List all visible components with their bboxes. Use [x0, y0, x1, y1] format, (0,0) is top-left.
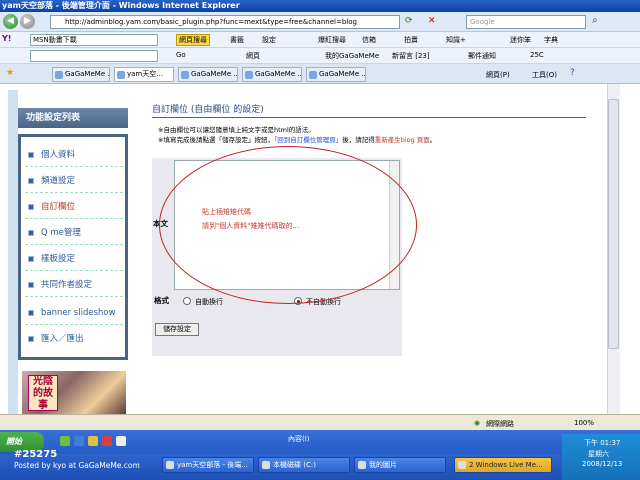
toolbar-item-mail[interactable]: 信箱 [362, 35, 376, 45]
task-my-pictures[interactable]: 我的圖片 [354, 457, 446, 473]
note-save: ※填寫完成後請點選「儲存設定」按鈕，「回到自訂欄位管理頁」後，請記得重新產生bl… [158, 136, 437, 144]
toolbar2-web-link[interactable]: 網頁 [246, 51, 260, 61]
weather-readout: 25C [530, 51, 544, 59]
bullet-icon [28, 204, 34, 210]
forward-button[interactable]: ▶ [20, 14, 35, 29]
toolbar-item-auction[interactable]: 拍賣 [404, 35, 418, 45]
zoom-level[interactable]: 100% [574, 419, 594, 427]
sidebar-item-profile[interactable]: 個人資料 [25, 143, 123, 167]
title-divider [152, 117, 586, 118]
quicklaunch-icon[interactable] [102, 436, 112, 446]
tools-menu[interactable]: 工具(O) [532, 70, 557, 80]
body-label: 本文 [153, 219, 168, 228]
help-icon[interactable]: ? [570, 68, 575, 78]
sidebar: 個人資料 頻道設定 自訂欄位 Q me管理 樣板設定 共同作者設定 banner… [18, 134, 128, 360]
radio-auto-wrap-label: 自動換行 [195, 298, 223, 306]
bullet-icon [28, 336, 34, 342]
sidebar-item-qme[interactable]: Q me管理 [25, 221, 123, 245]
textarea-line-1: 貼上插雉雉代碼 [202, 208, 251, 216]
bullet-icon [28, 230, 34, 236]
security-zone: 網際網路 [486, 420, 514, 428]
task-yam-blog[interactable]: yam天空部落 - 後端... [162, 457, 254, 473]
note-html: ※自由欄位可以讓您隨意填上純文字或是html的語法。 [158, 126, 315, 134]
quicklaunch-icon[interactable] [60, 436, 70, 446]
task-windows-live-messenger[interactable]: 2 Windows Live Me... [454, 457, 552, 473]
globe-icon: ◉ [474, 419, 481, 427]
yahoo-logo: Y! [2, 34, 12, 43]
input-method-indicator[interactable]: 內容(I) [288, 434, 310, 444]
sidebar-item-import-export[interactable]: 匯入／匯出 [25, 327, 123, 351]
tab-bar: ★ GaGaMeMe ... yam天空... GaGaMeMe ... GaG… [0, 64, 640, 84]
page-title: 自訂欄位 (自由欄位 的設定) [152, 105, 264, 115]
radio-auto-wrap[interactable] [183, 297, 191, 305]
toolbar-item-dictionary[interactable]: 字典 [544, 35, 558, 45]
format-label: 格式 [154, 296, 169, 305]
quicklaunch-icon[interactable] [74, 436, 84, 446]
tab-gagameme-3[interactable]: GaGaMeMe ... [242, 67, 302, 82]
mail-notify-link[interactable]: 郵件通知 [468, 51, 496, 61]
scrollbar-thumb[interactable] [608, 99, 619, 349]
toolbar-item-mini[interactable]: 迷你笨 [510, 35, 531, 45]
yahoo-toolbar: Y! MSN動畫下載 網頁搜尋 書籤 設定 爆紅搜尋 信箱 拍賣 知識+ 迷你笨… [0, 32, 640, 48]
tab-gagameme-4[interactable]: GaGaMeMe ... [306, 67, 366, 82]
tab-gagameme-1[interactable]: GaGaMeMe ... [52, 67, 110, 82]
save-settings-button[interactable]: 儲存設定 [155, 323, 199, 336]
bullet-icon [28, 178, 34, 184]
web-search-button[interactable]: 網頁搜尋 [176, 34, 210, 46]
task-local-disk[interactable]: 本機磁碟 (C:) [258, 457, 350, 473]
favorites-star-icon[interactable]: ★ [6, 68, 14, 78]
status-bar: ◉ 網際網路 100% [0, 414, 640, 430]
textarea-line-2: 請到"個人資料"雉雉代碼取的... [202, 222, 300, 230]
quicklaunch-icon[interactable] [88, 436, 98, 446]
back-to-list-link[interactable]: 「回到自訂欄位管理頁」 [274, 136, 342, 144]
toolbar-item-bookmarks[interactable]: 書籤 [230, 35, 244, 45]
sidebar-item-coauthor[interactable]: 共同作者設定 [25, 273, 123, 297]
sidebar-item-custom-field[interactable]: 自訂欄位 [25, 195, 123, 219]
url-input[interactable]: http://adminblog.yam.com/basic_plugin.ph… [50, 15, 400, 29]
textarea-scrollbar[interactable] [389, 161, 399, 289]
go-button[interactable]: Go [176, 51, 186, 59]
radio-no-wrap-label: 不自動換行 [306, 298, 341, 306]
back-button[interactable]: ◀ [3, 14, 18, 29]
toolbar-item-hot-search[interactable]: 爆紅搜尋 [318, 35, 346, 45]
stop-icon[interactable]: ✕ [428, 16, 436, 26]
my-gagameme-link[interactable]: 我的GaGaMeMe [325, 51, 379, 61]
clock-date: 2008/12/13 [582, 460, 623, 468]
tab-yam-active[interactable]: yam天空... [114, 67, 174, 82]
window-title: yam天空部落 - 後端管理介面 - Windows Internet Expl… [0, 0, 640, 12]
sidebar-title: 功能設定列表 [18, 108, 128, 128]
system-tray: 下午 01:37 星期六 2008/12/13 [562, 434, 640, 480]
bullet-icon [28, 282, 34, 288]
bullet-icon [28, 256, 34, 262]
clock-time[interactable]: 下午 01:37 [584, 438, 620, 448]
sidebar-item-channel[interactable]: 頻道設定 [25, 169, 123, 193]
radio-no-wrap[interactable] [294, 297, 302, 305]
new-messages-link[interactable]: 新留言 [23] [392, 51, 430, 61]
toolbar-item-knowledge[interactable]: 知識+ [446, 35, 466, 45]
thumbnail-logo: 光陰的故事 [28, 375, 58, 411]
toolbar2-search-input[interactable] [30, 50, 158, 62]
clock-weekday: 星期六 [588, 450, 609, 458]
address-bar: ◀ ▶ http://adminblog.yam.com/basic_plugi… [0, 12, 640, 32]
yahoo-search-input[interactable]: MSN動畫下載 [30, 34, 158, 46]
search-input[interactable]: Google [466, 15, 586, 29]
watermark-credit: Posted by kyo at GaGaMeMe.com [14, 461, 140, 470]
search-icon[interactable]: ⌕ [592, 15, 598, 26]
sidebar-item-template[interactable]: 樣板設定 [25, 247, 123, 271]
page-menu[interactable]: 網頁(P) [486, 70, 510, 80]
quicklaunch-icon[interactable] [116, 436, 126, 446]
bullet-icon [28, 310, 34, 316]
bullet-icon [28, 152, 34, 158]
toolbar-item-settings[interactable]: 設定 [262, 35, 276, 45]
sidebar-item-banner[interactable]: banner slideshow [25, 301, 123, 325]
tab-gagameme-2[interactable]: GaGaMeMe ... [178, 67, 238, 82]
regenerate-link[interactable]: 重新產生blog 頁面 [375, 136, 430, 144]
refresh-icon[interactable]: ⟳ [405, 16, 413, 26]
secondary-toolbar: Go 網頁 我的GaGaMeMe 新留言 [23] 郵件通知 25C [0, 48, 640, 64]
blog-thumbnail-image: 光陰的故事 [22, 371, 126, 416]
watermark-id: #25275 [14, 449, 58, 460]
